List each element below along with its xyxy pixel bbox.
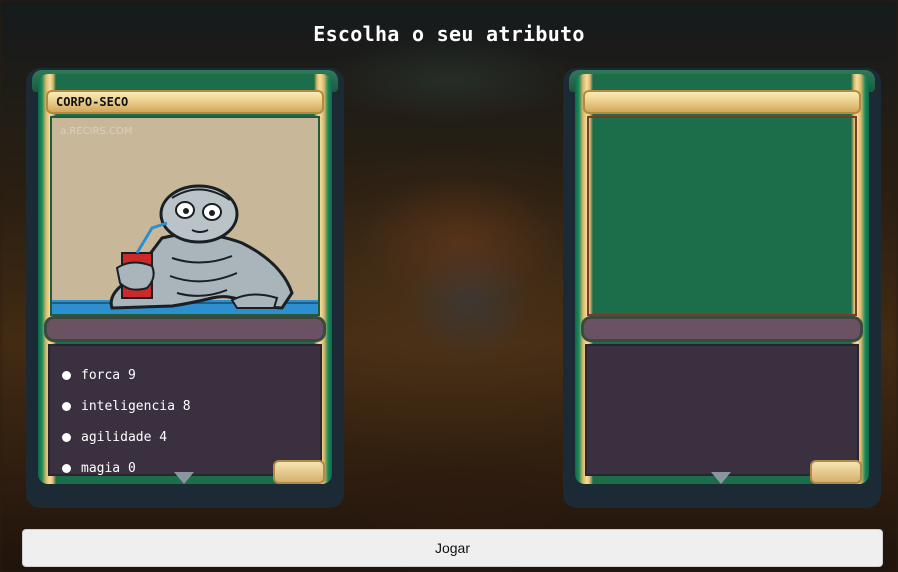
card-name <box>583 90 861 114</box>
attribute-option-forca[interactable]: forca 9 <box>62 360 320 391</box>
card-type-bar <box>581 316 863 342</box>
page-title: Escolha o seu atributo <box>313 22 585 46</box>
attribute-label: magia 0 <box>81 461 136 476</box>
card-artwork: a.RECIRS.COM <box>50 116 320 316</box>
card-tip-icon <box>174 472 194 484</box>
card-tip-icon <box>711 472 731 484</box>
radio-button-icon[interactable] <box>62 433 71 442</box>
card-stat-gem <box>273 460 325 484</box>
corpo-seco-illustration <box>52 184 318 314</box>
attribute-option-agilidade[interactable]: agilidade 4 <box>62 422 320 453</box>
attributes-box: forca 9 inteligencia 8 agilidade 4 magia… <box>48 344 322 476</box>
card-stat-gem <box>810 460 862 484</box>
attribute-label: forca 9 <box>81 368 136 383</box>
attributes-box-empty <box>585 344 859 476</box>
opponent-card-panel <box>563 68 881 508</box>
card-artwork-empty <box>587 116 857 316</box>
attribute-label: inteligencia 8 <box>81 399 191 414</box>
radio-button-icon[interactable] <box>62 464 71 473</box>
player-card-panel: CORPO-SECO a.RECIRS.COM forca 9 intelige… <box>26 68 344 508</box>
play-button[interactable]: Jogar <box>22 529 883 567</box>
card-name: CORPO-SECO <box>46 90 324 114</box>
attribute-option-inteligencia[interactable]: inteligencia 8 <box>62 391 320 422</box>
attribute-label: agilidade 4 <box>81 430 168 445</box>
radio-button-icon[interactable] <box>62 402 71 411</box>
radio-button-icon[interactable] <box>62 371 71 380</box>
card-type-bar <box>44 316 326 342</box>
